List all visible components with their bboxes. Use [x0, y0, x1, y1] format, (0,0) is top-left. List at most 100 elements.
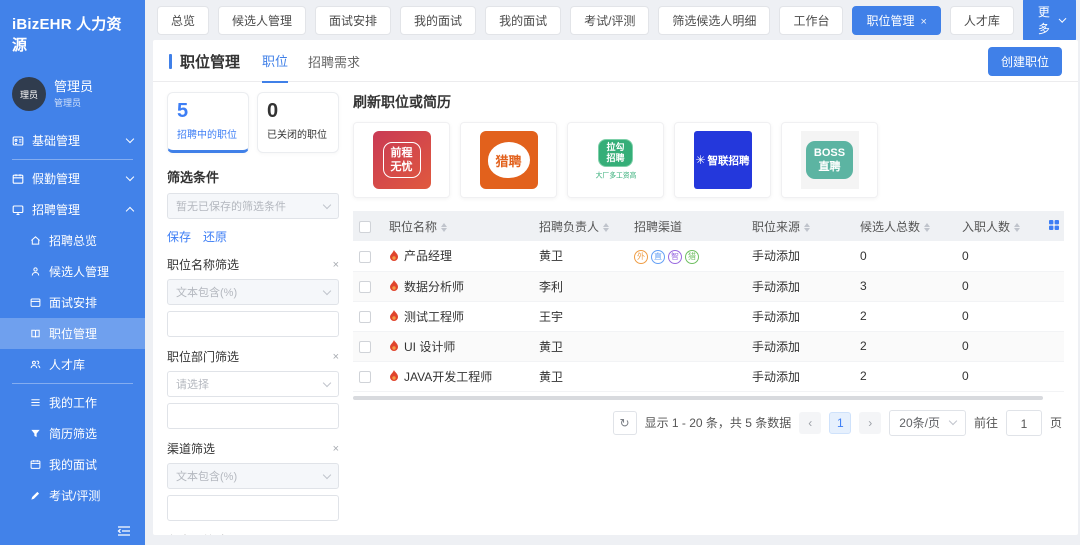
sidebar-item-offer-approval[interactable]: Offer审批 — [0, 511, 145, 519]
goto-suffix: 页 — [1050, 414, 1062, 431]
goto-page-input[interactable]: 1 — [1006, 410, 1042, 436]
sidebar-item-candidate-mgmt[interactable]: 候选人管理 — [0, 256, 145, 287]
position-name[interactable]: 产品经理 — [404, 247, 452, 264]
sidebar-item-my-work[interactable]: 我的工作 — [0, 387, 145, 418]
position-name[interactable]: 测试工程师 — [404, 308, 464, 325]
sidebar-item-talent-pool[interactable]: 人才库 — [0, 349, 145, 380]
chevron-down-icon — [323, 378, 331, 386]
remove-filter-icon[interactable]: × — [333, 351, 339, 363]
next-page-button[interactable]: › — [859, 412, 881, 434]
row-checkbox[interactable] — [359, 281, 371, 293]
row-checkbox[interactable] — [359, 371, 371, 383]
col-owner[interactable]: 招聘负责人 — [533, 211, 628, 241]
department-filter-select[interactable]: 请选择 — [167, 371, 339, 397]
department-filter-input[interactable] — [167, 403, 339, 429]
sort-icon[interactable] — [603, 223, 609, 233]
position-name[interactable]: UI 设计师 — [404, 338, 455, 355]
horizontal-scrollbar[interactable] — [353, 396, 1043, 400]
col-actions[interactable] — [1042, 211, 1064, 241]
remove-filter-icon[interactable]: × — [333, 535, 339, 536]
saved-filter-placeholder: 暂无已保存的筛选条件 — [176, 198, 286, 214]
sort-icon[interactable] — [804, 223, 810, 233]
stat-closed-positions[interactable]: 0 已关闭的职位 — [257, 92, 339, 153]
tab-exam-assessment[interactable]: 考试/评测 — [570, 6, 649, 35]
tab-talent-pool[interactable]: 人才库 — [950, 6, 1014, 35]
chevron-down-icon — [323, 200, 331, 208]
save-filter-link[interactable]: 保存 — [167, 228, 191, 245]
refresh-button[interactable]: ↻ — [613, 411, 637, 435]
menu-collapse-icon[interactable] — [117, 525, 131, 537]
table-row[interactable]: 数据分析师 李利 手动添加 3 0 — [353, 271, 1064, 301]
col-source[interactable]: 职位来源 — [746, 211, 854, 241]
sidebar-item-label: 招聘管理 — [32, 201, 80, 218]
tab-overview[interactable]: 总览 — [157, 6, 209, 35]
position-name[interactable]: JAVA开发工程师 — [404, 368, 492, 385]
channel-card-lagou[interactable]: 拉勾 招聘 大厂多工资高 — [567, 122, 664, 198]
tab-interview-schedule[interactable]: 面试安排 — [315, 6, 391, 35]
page-size-select[interactable]: 20条/页 — [889, 410, 966, 436]
sidebar-item-position-mgmt[interactable]: 职位管理 — [0, 318, 145, 349]
sidebar-item-resume-screening[interactable]: 简历筛选 — [0, 418, 145, 449]
reset-filter-link[interactable]: 还原 — [203, 228, 227, 245]
monitor-icon — [12, 204, 24, 216]
sidebar-item-label: 我的工作 — [49, 394, 97, 411]
create-position-button[interactable]: 创建职位 — [988, 47, 1062, 76]
sort-icon[interactable] — [1014, 223, 1020, 233]
sidebar-item-recruit-overview[interactable]: 招聘总览 — [0, 225, 145, 256]
remove-filter-icon[interactable]: × — [333, 443, 339, 455]
channel-card-boss[interactable]: BOSS 直聘 — [781, 122, 878, 198]
channel-cards: 前程 无忧 猎聘 拉勾 — [353, 122, 1064, 198]
remove-filter-icon[interactable]: × — [333, 259, 339, 271]
sidebar-item-my-interviews[interactable]: 我的面试 — [0, 449, 145, 480]
tab-screening-detail[interactable]: 筛选候选人明细 — [658, 6, 770, 35]
saved-filter-select[interactable]: 暂无已保存的筛选条件 — [167, 193, 339, 219]
tab-my-interview-2[interactable]: 我的面试 — [485, 6, 561, 35]
channel-badges: 外 直 智 猎 — [634, 250, 699, 264]
stat-open-positions[interactable]: 5 招聘中的职位 — [167, 92, 249, 153]
user-block[interactable]: 理员 管理员 管理员 — [0, 65, 145, 125]
channel-card-zhilian[interactable]: ✳ 智联招聘 — [674, 122, 771, 198]
sort-icon[interactable] — [441, 223, 447, 233]
table-row[interactable]: 测试工程师 王宇 手动添加 2 0 — [353, 301, 1064, 331]
channel-card-liepin[interactable]: 猎聘 — [460, 122, 557, 198]
calendar-icon — [30, 297, 41, 308]
name-filter-input[interactable] — [167, 311, 339, 337]
subtab-position[interactable]: 职位 — [262, 51, 288, 83]
row-checkbox[interactable] — [359, 311, 371, 323]
col-candidate-count[interactable]: 候选人总数 — [854, 211, 956, 241]
tab-candidate-mgmt[interactable]: 候选人管理 — [218, 6, 306, 35]
close-icon[interactable]: × — [920, 16, 926, 28]
name-filter-operator-select[interactable]: 文本包含(%) — [167, 279, 339, 305]
col-position-name[interactable]: 职位名称 — [383, 211, 533, 241]
tab-workbench[interactable]: 工作台 — [779, 6, 843, 35]
boss-logo: BOSS 直聘 — [801, 131, 859, 189]
col-hired-count[interactable]: 入职人数 — [956, 211, 1042, 241]
table-row[interactable]: UI 设计师 黄卫 手动添加 2 0 — [353, 331, 1064, 361]
more-tabs-button[interactable]: 更多 — [1023, 0, 1076, 43]
table-row[interactable]: 产品经理 黄卫 外 直 智 猎 手动添加 0 0 — [353, 241, 1064, 271]
select-all-checkbox[interactable] — [359, 221, 371, 233]
subtab-demand[interactable]: 招聘需求 — [308, 52, 360, 82]
current-page-button[interactable]: 1 — [829, 412, 851, 434]
channel-card-qianchengwuyou[interactable]: 前程 无忧 — [353, 122, 450, 198]
sidebar-item-interview-schedule[interactable]: 面试安排 — [0, 287, 145, 318]
goto-prefix: 前往 — [974, 414, 998, 431]
hot-flame-icon — [389, 310, 399, 322]
tab-my-interview-1[interactable]: 我的面试 — [400, 6, 476, 35]
sidebar-item-exam-assessment[interactable]: 考试/评测 — [0, 480, 145, 511]
position-name[interactable]: 数据分析师 — [404, 278, 464, 295]
row-checkbox[interactable] — [359, 251, 371, 263]
channel-filter-operator-select[interactable]: 文本包含(%) — [167, 463, 339, 489]
sidebar-item-base-mgmt[interactable]: 基础管理 — [0, 125, 145, 156]
row-checkbox[interactable] — [359, 341, 371, 353]
sidebar-item-attendance-mgmt[interactable]: 假勤管理 — [0, 163, 145, 194]
table-row[interactable]: JAVA开发工程师 黄卫 手动添加 2 0 — [353, 361, 1064, 391]
prev-page-button[interactable]: ‹ — [799, 412, 821, 434]
channel-filter-input[interactable] — [167, 495, 339, 521]
column-settings-icon[interactable] — [1048, 219, 1060, 231]
sort-icon[interactable] — [924, 223, 930, 233]
tab-position-mgmt[interactable]: 职位管理× — [852, 6, 940, 35]
filter-column: 5 招聘中的职位 0 已关闭的职位 筛选条件 暂无已保存的筛选条件 保存 还原 — [167, 92, 339, 535]
positions-table: 职位名称 招聘负责人 招聘渠道 职位来源 候选人总数 入职人数 — [353, 211, 1064, 392]
sidebar-item-recruit-mgmt[interactable]: 招聘管理 — [0, 194, 145, 225]
